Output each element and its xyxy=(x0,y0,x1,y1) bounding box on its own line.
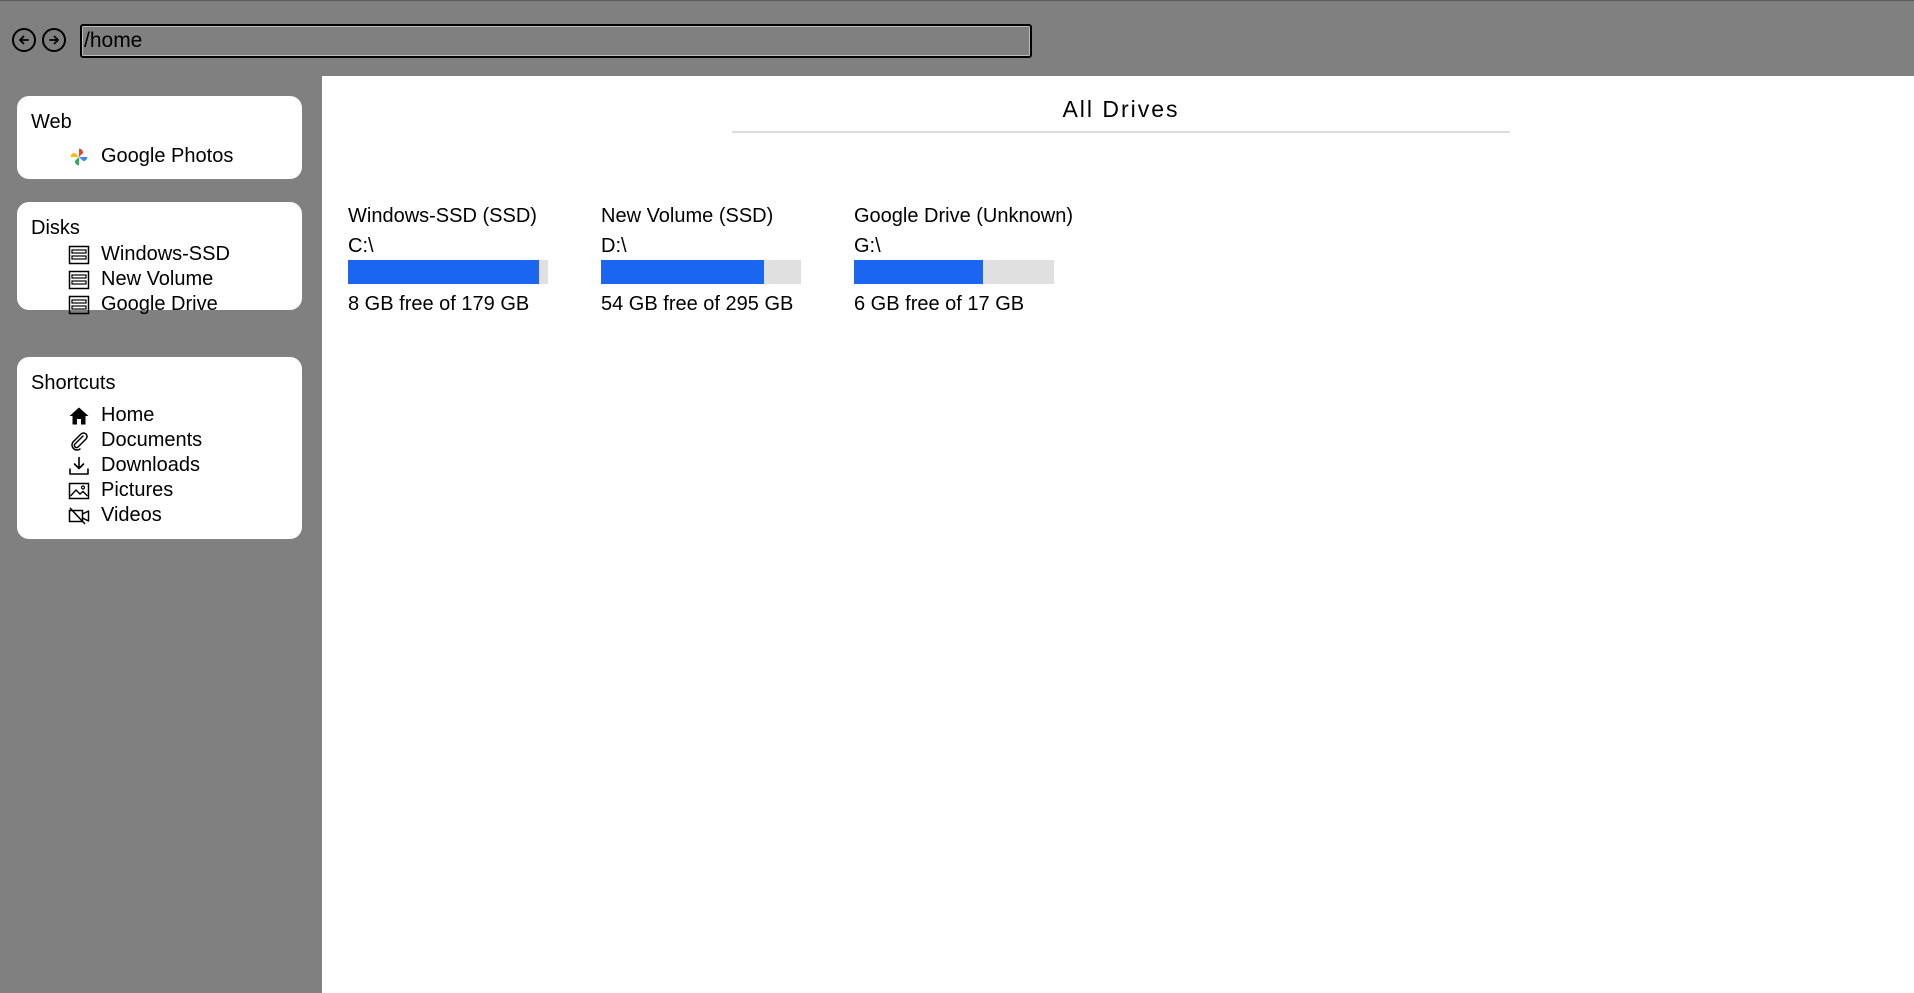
forward-button[interactable] xyxy=(42,28,66,52)
drive-usage-fill xyxy=(348,260,539,284)
sidebar-item-pictures[interactable]: Pictures xyxy=(31,478,288,503)
arrow-left-circle-icon xyxy=(19,35,29,45)
sidebar-item-label: Google Photos xyxy=(101,145,234,167)
sidebar-item-windows-ssd[interactable]: Windows-SSD xyxy=(31,242,288,267)
drive-usage-fill xyxy=(854,260,984,284)
arrow-right-circle-icon xyxy=(49,35,59,45)
sidebar-item-new-volume[interactable]: New Volume xyxy=(31,267,288,292)
drive-usage-bar xyxy=(348,260,548,284)
drive-name: Windows-SSD (SSD) xyxy=(348,205,537,227)
sidebar-item-google-photos[interactable]: Google Photos xyxy=(31,144,288,169)
image-icon xyxy=(67,480,91,502)
page-title: All Drives xyxy=(732,96,1510,133)
sidebar-item-label: Google Drive xyxy=(101,293,218,315)
drive-letter: G:\ xyxy=(854,235,881,257)
toolbar xyxy=(0,0,1914,76)
drive-icon xyxy=(67,244,91,266)
drive-usage-bar xyxy=(854,260,1054,284)
sidebar-item-label: Windows-SSD xyxy=(101,243,230,265)
drive-usage-bar xyxy=(601,260,801,284)
sidebar-section-shortcuts: Shortcuts Home Documents Downloads Pictu… xyxy=(17,357,302,539)
google-photos-icon xyxy=(67,146,91,168)
back-button[interactable] xyxy=(12,28,36,52)
download-icon xyxy=(67,455,91,477)
sidebar-item-documents[interactable]: Documents xyxy=(31,428,288,453)
section-title-disks: Disks xyxy=(31,217,80,239)
sidebar-item-home[interactable]: Home xyxy=(31,403,288,428)
sidebar-item-label: Home xyxy=(101,404,155,426)
sidebar-item-label: Downloads xyxy=(101,454,200,476)
sidebar-item-label: New Volume xyxy=(101,268,214,290)
drive-letter: C:\ xyxy=(348,235,374,257)
sidebar-item-google-drive[interactable]: Google Drive xyxy=(31,292,288,317)
home-icon xyxy=(67,405,91,427)
paperclip-icon xyxy=(67,430,91,452)
drive-usage-fill xyxy=(601,260,765,284)
video-off-icon xyxy=(67,505,91,527)
main-content: All Drives Windows-SSD (SSD) C:\ 8 GB fr… xyxy=(322,76,1914,993)
sidebar-item-downloads[interactable]: Downloads xyxy=(31,453,288,478)
drive-card-c[interactable]: Windows-SSD (SSD) C:\ 8 GB free of 179 G… xyxy=(348,204,588,316)
drive-icon xyxy=(67,269,91,291)
drive-free-space: 54 GB free of 295 GB xyxy=(601,293,794,315)
sidebar-section-disks: Disks Windows-SSD New Volume Google Driv… xyxy=(17,202,302,315)
drive-icon xyxy=(67,294,91,316)
drive-name: New Volume (SSD) xyxy=(601,205,774,227)
drive-name: Google Drive (Unknown) xyxy=(854,205,1073,227)
section-title-web: Web xyxy=(31,111,72,133)
drive-card-d[interactable]: New Volume (SSD) D:\ 54 GB free of 295 G… xyxy=(601,204,841,316)
drive-letter: D:\ xyxy=(601,235,627,257)
sidebar: Web Google Photos Disks Windows-SSD New … xyxy=(0,76,322,993)
path-input[interactable] xyxy=(80,24,1032,58)
drive-free-space: 8 GB free of 179 GB xyxy=(348,293,530,315)
sidebar-section-web: Web Google Photos xyxy=(17,96,302,179)
sidebar-item-videos[interactable]: Videos xyxy=(31,503,288,528)
sidebar-item-label: Documents xyxy=(101,429,203,451)
drive-card-g[interactable]: Google Drive (Unknown) G:\ 6 GB free of … xyxy=(854,204,1094,316)
drive-free-space: 6 GB free of 17 GB xyxy=(854,293,1025,315)
section-title-shortcuts: Shortcuts xyxy=(31,372,116,394)
sidebar-item-label: Videos xyxy=(101,504,162,526)
sidebar-item-label: Pictures xyxy=(101,479,174,501)
